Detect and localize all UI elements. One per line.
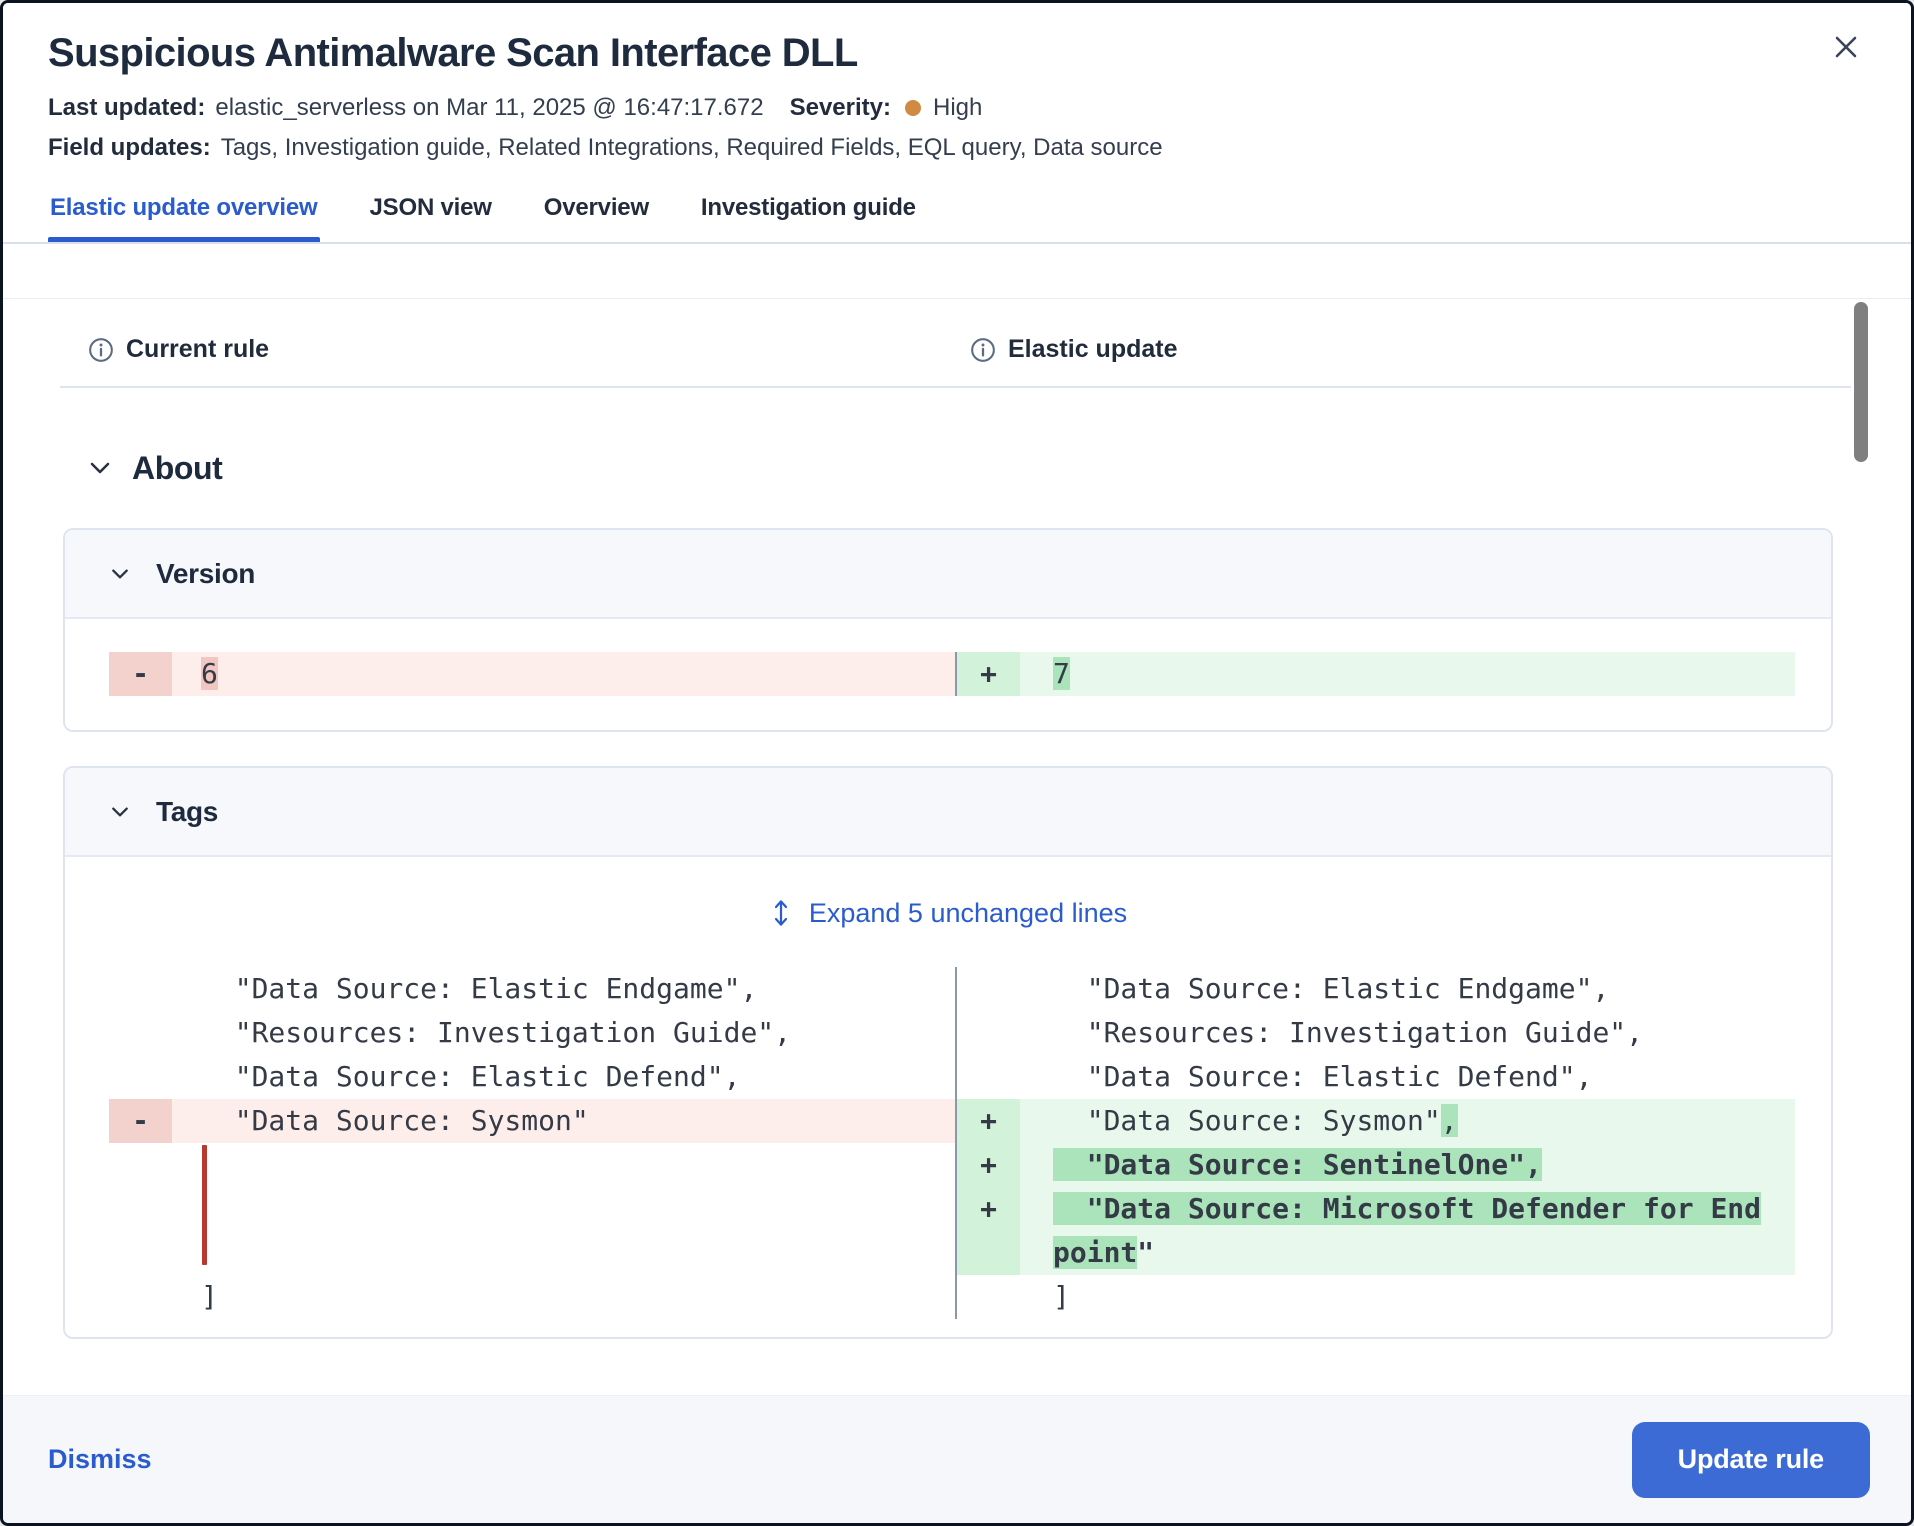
scroll-area: Current rule Elastic update About: [3, 298, 1911, 1395]
severity-dot: [905, 100, 921, 116]
meta-line-updated: Last updated: elastic_serverless on Mar …: [48, 92, 1866, 124]
current-rule-column-header: Current rule: [60, 335, 970, 364]
expand-vertical-icon: [769, 898, 793, 928]
diff-code-text: ]: [172, 1275, 955, 1319]
tags-panel-title: Tags: [156, 796, 218, 828]
field-updates-label: Field updates:: [48, 132, 211, 164]
diff-gutter: +: [957, 1143, 1020, 1187]
elastic-update-label: Elastic update: [1008, 335, 1178, 364]
diff-gutter: [109, 1011, 172, 1055]
field-updates-value: Tags, Investigation guide, Related Integ…: [221, 132, 1163, 164]
update-rule-button[interactable]: Update rule: [1632, 1422, 1870, 1498]
diff-gutter: [109, 967, 172, 1011]
diff-line-add: +7: [957, 652, 1795, 696]
diff-column-left: "Data Source: Elastic Endgame", "Resourc…: [109, 967, 955, 1319]
diff-line-context: ]: [957, 1275, 1795, 1319]
tab-json-view[interactable]: JSON view: [368, 188, 494, 242]
flyout-footer: Dismiss Update rule: [3, 1395, 1911, 1523]
diff-code-text: "Data Source: Microsoft Defender for End…: [1020, 1187, 1795, 1275]
elastic-update-column-header: Elastic update: [970, 335, 1178, 364]
current-rule-label: Current rule: [126, 335, 269, 364]
diff-code-text: "Data Source: Elastic Endgame",: [172, 967, 955, 1011]
tab-elastic-update-overview[interactable]: Elastic update overview: [48, 188, 320, 242]
diff-line-add: + "Data Source: Sysmon",: [957, 1099, 1795, 1143]
diff-code-text: 6: [172, 652, 955, 696]
version-panel: Version -6+7: [63, 528, 1833, 732]
diff-gutter: [957, 1055, 1020, 1099]
diff-gutter: [957, 967, 1020, 1011]
about-section-toggle[interactable]: About: [88, 442, 1911, 494]
tab-overview[interactable]: Overview: [542, 188, 651, 242]
expand-unchanged-label: Expand 5 unchanged lines: [809, 898, 1127, 929]
rule-update-flyout: Suspicious Antimalware Scan Interface DL…: [0, 0, 1914, 1526]
diff-line-add: + "Data Source: Microsoft Defender for E…: [957, 1187, 1795, 1275]
dismiss-button[interactable]: Dismiss: [48, 1444, 152, 1475]
diff-code-text: "Data Source: Elastic Defend",: [1020, 1055, 1795, 1099]
chevron-down-icon: [88, 456, 112, 480]
version-diff-table: -6+7: [109, 652, 1795, 696]
info-icon[interactable]: [970, 337, 996, 363]
diff-code-text: ]: [1020, 1275, 1795, 1319]
diff-gutter: [957, 1275, 1020, 1319]
diff-code-text: "Data Source: Elastic Endgame",: [1020, 967, 1795, 1011]
diff-line-del: -6: [109, 652, 955, 696]
meta-line-field-updates: Field updates: Tags, Investigation guide…: [48, 132, 1866, 164]
expand-unchanged-link[interactable]: Expand 5 unchanged lines: [769, 898, 1127, 929]
page-title: Suspicious Antimalware Scan Interface DL…: [48, 27, 858, 79]
diff-column-left: -6: [109, 652, 955, 696]
flyout-header: Suspicious Antimalware Scan Interface DL…: [3, 3, 1911, 244]
diff-gutter: -: [109, 652, 172, 696]
close-icon: [1832, 33, 1860, 61]
diff-column-right: +7: [955, 652, 1795, 696]
expand-row: Expand 5 unchanged lines: [65, 881, 1831, 945]
diff-gutter: +: [957, 1099, 1020, 1143]
diff-gutter: [109, 1275, 172, 1319]
diff-code-text: "Resources: Investigation Guide",: [172, 1011, 955, 1055]
severity-label: Severity:: [790, 92, 891, 124]
header-spacer: [3, 244, 1911, 298]
diff-line-context: "Resources: Investigation Guide",: [109, 1011, 955, 1055]
diff-gutter: -: [109, 1099, 172, 1143]
scrollbar-thumb[interactable]: [1854, 302, 1868, 462]
tags-panel: Tags Expand 5 unchanged lines "Data Sour…: [63, 766, 1833, 1339]
last-updated-value: elastic_serverless on Mar 11, 2025 @ 16:…: [215, 92, 763, 124]
diff-line-placeholder: [109, 1143, 955, 1275]
diff-code-text: "Resources: Investigation Guide",: [1020, 1011, 1795, 1055]
version-panel-header[interactable]: Version: [65, 530, 1831, 619]
diff-line-context: "Data Source: Elastic Endgame",: [957, 967, 1795, 1011]
diff-line-add: + "Data Source: SentinelOne",: [957, 1143, 1795, 1187]
chevron-down-icon: [110, 802, 130, 822]
diff-line-context: ]: [109, 1275, 955, 1319]
diff-code-text: "Data Source: SentinelOne",: [1020, 1143, 1795, 1187]
diff-column-headers: Current rule Elastic update: [60, 335, 1851, 388]
diff-line-context: "Data Source: Elastic Endgame",: [109, 967, 955, 1011]
diff-code-text: "Data Source: Sysmon": [172, 1099, 955, 1143]
close-button[interactable]: [1828, 29, 1864, 65]
deleted-lines-bar: [202, 1145, 207, 1265]
tabs: Elastic update overview JSON view Overvi…: [48, 188, 1866, 242]
diff-code-text: 7: [1020, 652, 1795, 696]
diff-line-context: "Resources: Investigation Guide",: [957, 1011, 1795, 1055]
chevron-down-icon: [110, 564, 130, 584]
diff-gutter: +: [957, 1187, 1020, 1275]
version-panel-title: Version: [156, 558, 255, 590]
severity-value: High: [933, 92, 982, 124]
diff-code-text: "Data Source: Sysmon",: [1020, 1099, 1795, 1143]
about-section-title: About: [132, 450, 222, 487]
diff-line-context: "Data Source: Elastic Defend",: [957, 1055, 1795, 1099]
diff-line-del: - "Data Source: Sysmon": [109, 1099, 955, 1143]
tab-investigation-guide[interactable]: Investigation guide: [699, 188, 918, 242]
diff-code-text: "Data Source: Elastic Defend",: [172, 1055, 955, 1099]
diff-gutter: [957, 1011, 1020, 1055]
tags-panel-header[interactable]: Tags: [65, 768, 1831, 857]
diff-line-context: "Data Source: Elastic Defend",: [109, 1055, 955, 1099]
diff-gutter: +: [957, 652, 1020, 696]
info-icon[interactable]: [88, 337, 114, 363]
last-updated-label: Last updated:: [48, 92, 205, 124]
diff-gutter: [109, 1055, 172, 1099]
diff-column-right: "Data Source: Elastic Endgame", "Resourc…: [955, 967, 1795, 1319]
tags-diff-table: "Data Source: Elastic Endgame", "Resourc…: [109, 967, 1795, 1319]
